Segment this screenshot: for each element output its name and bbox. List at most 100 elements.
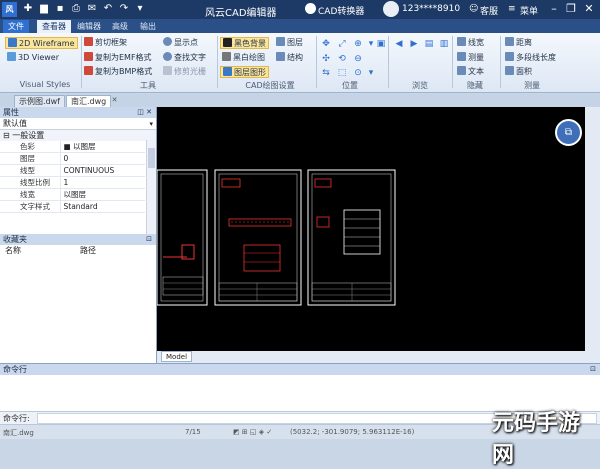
- fit-icon[interactable]: ⤢: [336, 39, 348, 49]
- line-width-button[interactable]: 线宽: [457, 37, 484, 49]
- tab-model[interactable]: Model: [161, 351, 193, 362]
- red-block: [314, 178, 332, 188]
- properties-combo[interactable]: 默认值 ▾: [0, 118, 156, 130]
- measure-toggle-button[interactable]: 测量: [457, 52, 484, 64]
- table-row[interactable]: 线型比例 1: [0, 176, 145, 189]
- arrow-right-icon[interactable]: ▶: [408, 39, 420, 49]
- minimize-icon[interactable]: –: [547, 2, 561, 16]
- layer-graphic-button[interactable]: 图层图形: [220, 66, 269, 78]
- mirror-icon[interactable]: ⇆: [320, 68, 332, 78]
- save-icon[interactable]: ▪: [54, 3, 66, 15]
- service-icon[interactable]: ☺: [469, 4, 478, 14]
- distance-icon: [505, 37, 514, 46]
- close-icon[interactable]: ✕: [110, 96, 119, 105]
- canvas-horizontal-scrollbar[interactable]: Model: [157, 351, 585, 363]
- user-name[interactable]: 123****8910: [402, 4, 460, 14]
- pin-icon[interactable]: ⊡: [146, 234, 152, 245]
- col-name[interactable]: 名称: [5, 245, 21, 257]
- canvas-vertical-scrollbar[interactable]: [585, 107, 600, 363]
- zoom-in-icon[interactable]: ⊕: [352, 39, 364, 49]
- favorites-panel: 收藏夹 ⊡ 名称 路径: [0, 234, 156, 257]
- scroll-thumb[interactable]: [148, 148, 155, 168]
- table-row[interactable]: 色彩 ■ 以图层: [0, 141, 145, 153]
- chevron-down-icon[interactable]: ▾: [365, 68, 377, 78]
- table-row[interactable]: 线宽 以图层: [0, 188, 145, 201]
- layers-button[interactable]: 图层: [276, 37, 303, 49]
- trim-raster-button[interactable]: 修剪光栅: [163, 66, 206, 78]
- copy-bmp-button[interactable]: 复制为BMP格式: [84, 66, 152, 78]
- email-icon[interactable]: ✉: [86, 3, 98, 15]
- find-text-button[interactable]: 查找文字: [163, 52, 206, 64]
- col-path[interactable]: 路径: [80, 245, 96, 257]
- drawing-sheet[interactable]: [214, 169, 302, 306]
- category-general[interactable]: ⊟ 一般设置: [0, 130, 156, 141]
- title-block: [311, 282, 392, 302]
- doc-tab-dwf[interactable]: 示例图.dwf: [14, 95, 65, 107]
- black-background-button[interactable]: 黑色背景: [220, 37, 269, 49]
- document-tabs: 示例图.dwf 南汇.dwg ✕: [0, 94, 600, 107]
- drawing-canvas[interactable]: [156, 107, 585, 351]
- polyline-icon: [505, 52, 514, 61]
- tab-editor[interactable]: 编辑器: [72, 20, 106, 33]
- distance-button[interactable]: 距离: [505, 37, 532, 49]
- area-button[interactable]: 面积: [505, 66, 532, 78]
- text-toggle-button[interactable]: 文本: [457, 66, 484, 78]
- title-block: [162, 276, 204, 296]
- avatar[interactable]: [383, 1, 399, 17]
- 3d-viewer-button[interactable]: 3D Viewer: [7, 52, 59, 64]
- menu-icon[interactable]: ≡: [508, 4, 516, 14]
- tab-viewer[interactable]: 查看器: [37, 20, 71, 33]
- properties-scrollbar[interactable]: [146, 140, 156, 236]
- pin-icon[interactable]: ◫ ✕: [137, 107, 152, 118]
- print-icon[interactable]: ⎙: [70, 3, 82, 15]
- command-header: 命令行 ⊡: [0, 364, 600, 375]
- fit-window-icon[interactable]: ▣: [375, 39, 387, 49]
- rotate-icon[interactable]: ⟲: [336, 54, 348, 64]
- bw-drawing-button[interactable]: 黑白绘图: [222, 52, 265, 64]
- snap-icon[interactable]: ◩ ⊞ ◱ ◈ ✓: [233, 428, 272, 436]
- properties-panel: 属性 ◫ ✕ 默认值 ▾ ⊟ 一般设置 色彩 ■ 以图层 图层 0 线型 CONTIN…: [0, 107, 157, 363]
- pan-icon[interactable]: ✣: [320, 54, 332, 64]
- doc-tab-dwg[interactable]: 南汇.dwg: [66, 95, 112, 107]
- converter-link[interactable]: CAD转换器: [318, 4, 364, 17]
- copy-icon: [84, 52, 93, 61]
- tab-file[interactable]: 文件: [3, 20, 29, 33]
- separator: [500, 36, 501, 88]
- drawing-sheet[interactable]: [307, 169, 396, 306]
- redo-icon[interactable]: ↷: [118, 3, 130, 15]
- add-icon[interactable]: ✚: [22, 3, 34, 15]
- zoom-window-icon[interactable]: ⬚: [336, 68, 348, 78]
- open-folder-icon[interactable]: ▆: [38, 3, 50, 15]
- 2d-wireframe-button[interactable]: 2D Wireframe: [5, 37, 78, 49]
- service-link[interactable]: 客服: [480, 4, 498, 17]
- zoom-out-icon[interactable]: ⊖: [352, 54, 364, 64]
- separator: [217, 36, 218, 88]
- restore-icon[interactable]: ❐: [564, 2, 578, 16]
- drawing-sheet[interactable]: [156, 169, 208, 306]
- show-points-button[interactable]: 显示点: [163, 37, 198, 49]
- close-icon[interactable]: ✕: [582, 2, 596, 16]
- table-row[interactable]: 图层 0: [0, 152, 145, 165]
- zoom-realtime-icon[interactable]: ⊙: [352, 68, 364, 78]
- tab-output[interactable]: 输出: [135, 20, 161, 33]
- move-icon[interactable]: ✥: [320, 39, 332, 49]
- structure-button[interactable]: 结构: [276, 52, 303, 64]
- group-label-hide: 隐藏: [467, 81, 483, 90]
- copy-emf-button[interactable]: 复制为EMF格式: [84, 52, 152, 64]
- pin-icon[interactable]: ⊡: [590, 364, 596, 375]
- tab-advanced[interactable]: 高级: [107, 20, 133, 33]
- customize-icon[interactable]: ▾: [134, 3, 146, 15]
- menu-link[interactable]: 菜单: [520, 4, 538, 17]
- clip-frame-button[interactable]: 剪切框架: [84, 37, 127, 49]
- bw-icon: [222, 52, 231, 61]
- floating-action-button[interactable]: ⧉: [555, 119, 582, 146]
- arrow-left-icon[interactable]: ◀: [393, 39, 405, 49]
- text-icon: [457, 66, 466, 75]
- table-row[interactable]: 线型 CONTINUOUS: [0, 164, 145, 177]
- undo-icon[interactable]: ↶: [102, 3, 114, 15]
- converter-icon[interactable]: [305, 3, 316, 14]
- table-row[interactable]: 文字样式 Standard: [0, 200, 145, 213]
- view-icon[interactable]: ▥: [438, 39, 450, 49]
- page-icon[interactable]: ▤: [423, 39, 435, 49]
- polyline-length-button[interactable]: 多段线长度: [505, 52, 556, 64]
